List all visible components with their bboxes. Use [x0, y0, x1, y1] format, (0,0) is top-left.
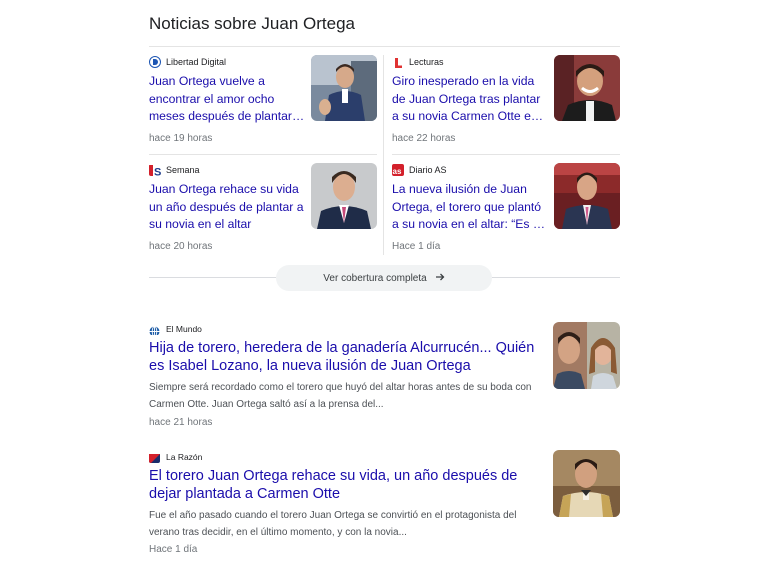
- row-divider: [149, 154, 377, 155]
- news-article-el-mundo[interactable]: El Mundo Hija de torero, heredera de la …: [149, 322, 620, 432]
- card-thumbnail[interactable]: [311, 163, 377, 229]
- article-snippet: Fue el año pasado cuando el torero Juan …: [149, 510, 517, 538]
- news-article-la-razon[interactable]: La Razón El torero Juan Ortega rehace su…: [149, 450, 620, 560]
- coverage-line-left: [149, 277, 276, 278]
- arrow-right-icon: [435, 272, 445, 285]
- row-divider: [392, 154, 620, 155]
- section-divider: [149, 46, 620, 47]
- card-timestamp: hace 22 horas: [392, 133, 456, 144]
- card-source-name: Semana: [166, 165, 200, 175]
- news-card-libertad-digital[interactable]: Libertad Digital Juan Ortega vuelve a en…: [149, 55, 377, 155]
- semana-logo-icon: S: [149, 164, 161, 176]
- card-thumbnail[interactable]: [554, 163, 620, 229]
- article-headline[interactable]: El torero Juan Ortega rehace su vida, un…: [149, 467, 539, 503]
- column-divider: [383, 55, 384, 255]
- article-snippet: Siempre será recordado como el torero qu…: [149, 382, 532, 410]
- card-timestamp: hace 19 horas: [149, 133, 213, 144]
- card-source-name: Diario AS: [409, 165, 447, 175]
- article-timestamp: hace 21 horas: [149, 417, 213, 428]
- la-razon-logo-icon: [149, 452, 160, 463]
- section-title: Noticias sobre Juan Ortega: [149, 14, 355, 33]
- card-source-name: Libertad Digital: [166, 57, 227, 67]
- article-timestamp: Hace 1 día: [149, 544, 198, 555]
- card-headline[interactable]: Juan Ortega rehace su vida un año despué…: [149, 181, 305, 234]
- card-source: Libertad Digital: [149, 55, 226, 69]
- news-card-lecturas[interactable]: Lecturas Giro inesperado en la vida de J…: [392, 55, 620, 155]
- el-mundo-logo-icon: [149, 324, 160, 335]
- article-source-name: El Mundo: [166, 324, 202, 334]
- libertad-digital-logo-icon: [149, 56, 161, 68]
- card-timestamp: Hace 1 día: [392, 241, 441, 252]
- lecturas-logo-icon: [392, 56, 404, 68]
- article-headline[interactable]: Hija de torero, heredera de la ganadería…: [149, 339, 539, 375]
- card-source: S Semana: [149, 163, 200, 177]
- full-coverage-label: Ver cobertura completa: [323, 272, 427, 284]
- full-coverage-button[interactable]: Ver cobertura completa: [276, 265, 492, 291]
- article-thumbnail[interactable]: [553, 322, 620, 389]
- card-headline[interactable]: Giro inesperado en la vida de Juan Orteg…: [392, 73, 548, 126]
- card-source: Lecturas: [392, 55, 444, 69]
- card-source: as Diario AS: [392, 163, 447, 177]
- card-headline[interactable]: Juan Ortega vuelve a encontrar el amor o…: [149, 73, 305, 126]
- svg-text:S: S: [154, 167, 161, 177]
- card-thumbnail[interactable]: [311, 55, 377, 121]
- news-card-semana[interactable]: S Semana Juan Ortega rehace su vida un a…: [149, 163, 377, 263]
- card-source-name: Lecturas: [409, 57, 444, 67]
- article-thumbnail[interactable]: [553, 450, 620, 517]
- article-source: La Razón: [149, 450, 620, 464]
- card-timestamp: hace 20 horas: [149, 241, 213, 252]
- card-headline[interactable]: La nueva ilusión de Juan Ortega, el tore…: [392, 181, 548, 234]
- svg-text:as: as: [393, 167, 402, 176]
- diario-as-logo-icon: as: [392, 164, 404, 176]
- news-card-diario-as[interactable]: as Diario AS La nueva ilusión de Juan Or…: [392, 163, 620, 263]
- article-source-name: La Razón: [166, 452, 203, 462]
- coverage-line-right: [492, 277, 620, 278]
- article-source: El Mundo: [149, 322, 620, 336]
- card-thumbnail[interactable]: [554, 55, 620, 121]
